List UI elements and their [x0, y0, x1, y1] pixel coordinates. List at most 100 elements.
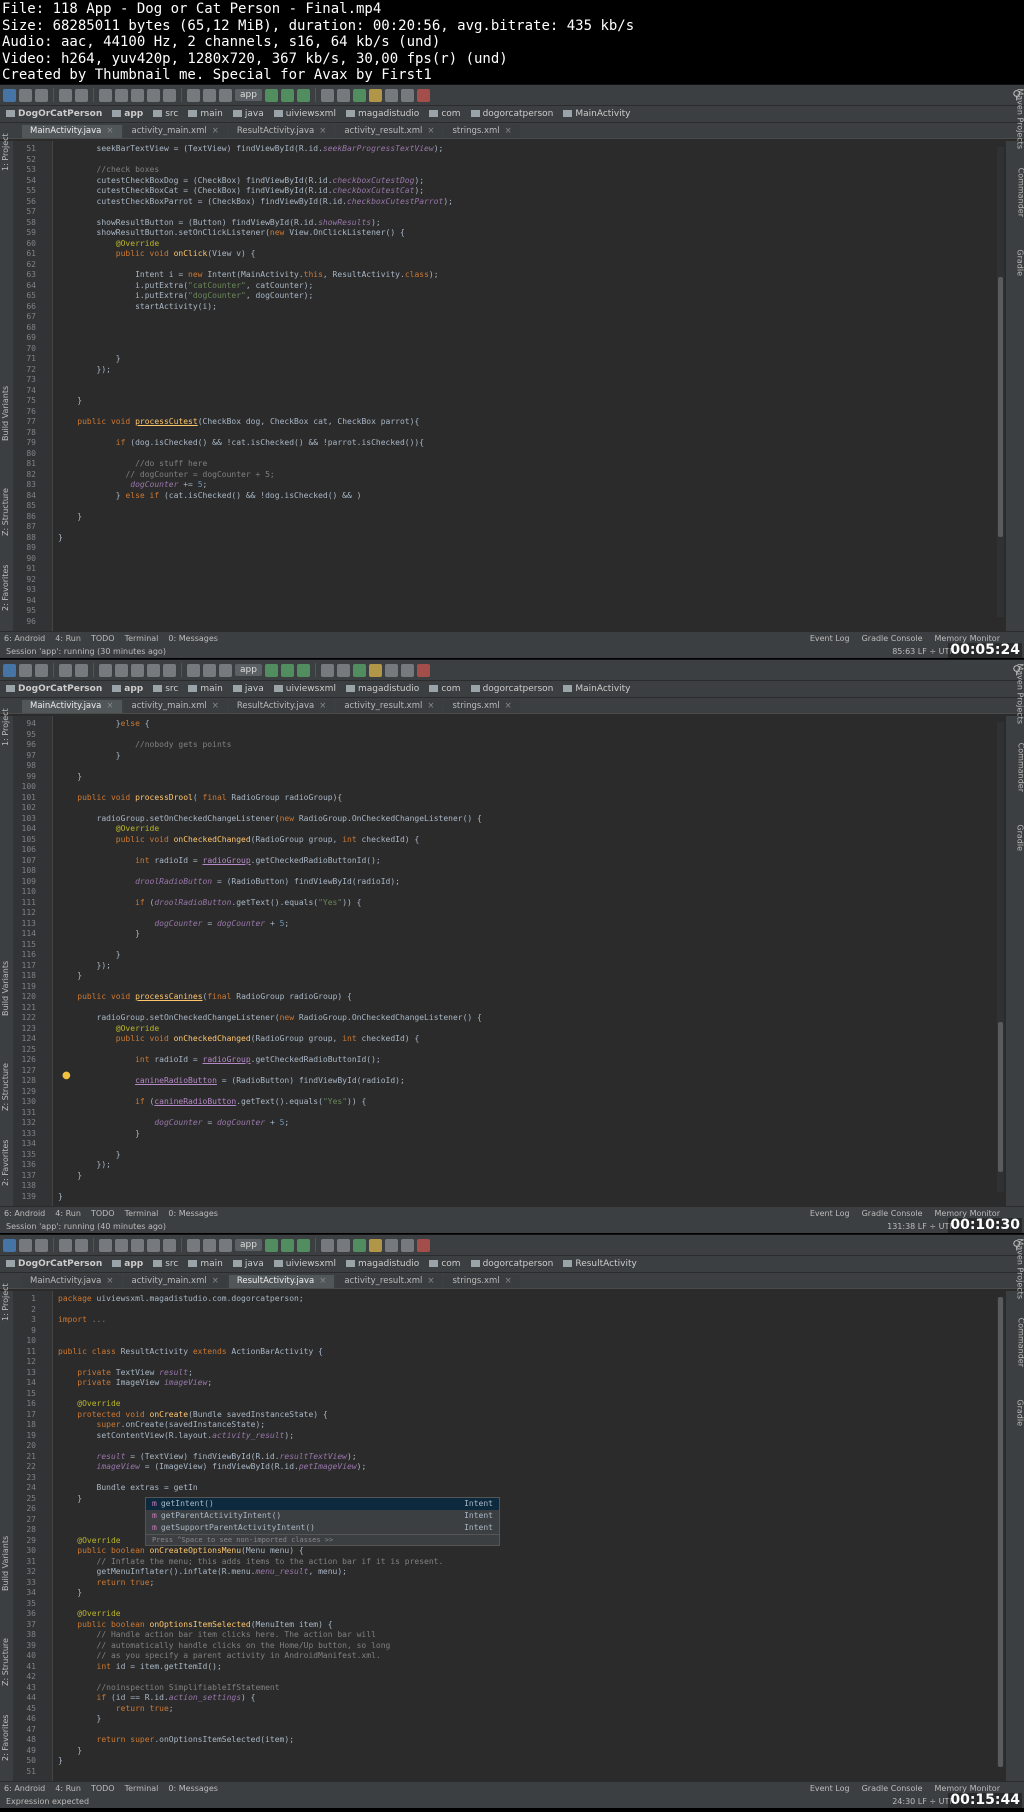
tool-gradle-console[interactable]: Gradle Console: [862, 1784, 923, 1793]
close-icon[interactable]: ×: [106, 126, 113, 136]
lightbulb-icon[interactable]: ●: [62, 1070, 71, 1081]
monitor-icon[interactable]: [384, 1238, 398, 1252]
back-icon[interactable]: [187, 88, 200, 102]
breadcrumb-item[interactable]: main: [188, 1259, 223, 1269]
tool-window-project[interactable]: 1: Project: [1, 708, 10, 746]
gradle-sync-icon[interactable]: [368, 88, 382, 102]
android-icon[interactable]: [352, 88, 366, 102]
breadcrumb-item[interactable]: java: [232, 1259, 264, 1269]
stop-icon[interactable]: [416, 663, 430, 677]
scrollbar-thumb[interactable]: [998, 1022, 1003, 1172]
save-icon[interactable]: [19, 663, 32, 677]
tab-strings-xml[interactable]: strings.xml ×: [444, 700, 520, 713]
tab-activity-result-xml[interactable]: activity_result.xml ×: [336, 125, 443, 138]
forward-icon[interactable]: [203, 88, 216, 102]
replace-icon[interactable]: [163, 88, 176, 102]
tool-terminal[interactable]: Terminal: [125, 1209, 159, 1218]
run-config-select[interactable]: app: [235, 664, 262, 676]
close-icon[interactable]: ×: [319, 701, 326, 711]
open-icon[interactable]: [3, 1238, 16, 1252]
tool-todo[interactable]: TODO: [91, 1209, 115, 1218]
breadcrumb-item[interactable]: magadistudio: [345, 109, 419, 119]
breadcrumb-item[interactable]: DogOrCatPerson: [6, 109, 102, 119]
breadcrumb-item[interactable]: main: [188, 109, 223, 119]
tool-window-gradle[interactable]: Gradle: [1016, 1399, 1024, 1426]
build-icon[interactable]: [219, 663, 232, 677]
help-icon[interactable]: [400, 88, 414, 102]
close-icon[interactable]: ×: [212, 701, 219, 711]
find-icon[interactable]: [147, 88, 160, 102]
editor-scrollbar[interactable]: [997, 1297, 1004, 1767]
forward-icon[interactable]: [203, 663, 216, 677]
editor-scrollbar[interactable]: [997, 147, 1004, 617]
tab-activity-main-xml[interactable]: activity_main.xml ×: [123, 1275, 227, 1288]
copy-icon[interactable]: [115, 663, 128, 677]
breadcrumb-item[interactable]: dogorcatperson: [470, 1259, 553, 1269]
close-icon[interactable]: ×: [319, 1276, 326, 1286]
breadcrumb-item[interactable]: magadistudio: [345, 684, 419, 694]
tool-messages[interactable]: 0: Messages: [168, 634, 218, 643]
stop-icon[interactable]: [416, 88, 430, 102]
close-icon[interactable]: ×: [427, 701, 434, 711]
tab-main-activity[interactable]: MainActivity.java ×: [22, 700, 122, 713]
tab-result-activity[interactable]: ResultActivity.java ×: [228, 1275, 335, 1288]
attach-icon[interactable]: [296, 1238, 310, 1252]
debug-icon[interactable]: [280, 88, 294, 102]
breadcrumb-item[interactable]: DogOrCatPerson: [6, 1259, 102, 1269]
close-icon[interactable]: ×: [106, 701, 113, 711]
replace-icon[interactable]: [163, 663, 176, 677]
breadcrumb-item[interactable]: com: [429, 684, 461, 694]
breadcrumb-item[interactable]: src: [153, 1259, 178, 1269]
avd-icon[interactable]: [320, 88, 334, 102]
breadcrumb-item[interactable]: java: [232, 684, 264, 694]
tool-terminal[interactable]: Terminal: [125, 1784, 159, 1793]
android-icon[interactable]: [352, 663, 366, 677]
breadcrumb-item[interactable]: magadistudio: [345, 1259, 419, 1269]
tool-window-commander[interactable]: Commander: [1016, 1318, 1024, 1367]
stop-icon[interactable]: [416, 1238, 430, 1252]
sync-icon[interactable]: [35, 663, 48, 677]
save-icon[interactable]: [19, 88, 32, 102]
forward-icon[interactable]: [203, 1238, 216, 1252]
avd-icon[interactable]: [320, 1238, 334, 1252]
tool-gradle-console[interactable]: Gradle Console: [862, 1209, 923, 1218]
breadcrumb-item[interactable]: com: [429, 109, 461, 119]
gradle-sync-icon[interactable]: [368, 663, 382, 677]
scrollbar-thumb[interactable]: [998, 277, 1003, 537]
tool-window-build-variants[interactable]: Build Variants: [1, 386, 10, 441]
back-icon[interactable]: [187, 663, 200, 677]
attach-icon[interactable]: [296, 663, 310, 677]
tool-gradle-console[interactable]: Gradle Console: [862, 634, 923, 643]
redo-icon[interactable]: [75, 663, 88, 677]
find-icon[interactable]: [147, 663, 160, 677]
tool-window-commander[interactable]: Commander: [1016, 168, 1024, 217]
tab-strings-xml[interactable]: strings.xml ×: [444, 125, 520, 138]
tool-event-log[interactable]: Event Log: [810, 1209, 850, 1218]
copy-icon[interactable]: [115, 1238, 128, 1252]
tool-window-maven[interactable]: Maven Projects: [1016, 1238, 1024, 1299]
code-editor[interactable]: seekBarTextView = (TextView) findViewByI…: [58, 144, 994, 543]
code-editor[interactable]: }else { //nobody gets points } } public …: [58, 719, 994, 1202]
run-icon[interactable]: [264, 1238, 278, 1252]
close-icon[interactable]: ×: [505, 126, 512, 136]
tool-window-gradle[interactable]: Gradle: [1016, 249, 1024, 276]
close-icon[interactable]: ×: [505, 701, 512, 711]
cursor-position[interactable]: 85:63 LF ÷ UTF: [892, 645, 954, 658]
tool-run[interactable]: 4: Run: [55, 1209, 81, 1218]
help-icon[interactable]: [400, 1238, 414, 1252]
replace-icon[interactable]: [163, 1238, 176, 1252]
tab-activity-main-xml[interactable]: activity_main.xml ×: [123, 700, 227, 713]
editor-scrollbar[interactable]: [997, 722, 1004, 1192]
tool-window-commander[interactable]: Commander: [1016, 743, 1024, 792]
close-icon[interactable]: ×: [505, 1276, 512, 1286]
android-icon[interactable]: [352, 1238, 366, 1252]
sync-icon[interactable]: [35, 1238, 48, 1252]
breadcrumb-item[interactable]: com: [429, 1259, 461, 1269]
sdk-icon[interactable]: [336, 663, 350, 677]
back-icon[interactable]: [187, 1238, 200, 1252]
tool-window-build-variants[interactable]: Build Variants: [1, 1536, 10, 1591]
tool-android[interactable]: 6: Android: [4, 634, 45, 643]
tab-strings-xml[interactable]: strings.xml ×: [444, 1275, 520, 1288]
tool-window-structure[interactable]: Z: Structure: [1, 1063, 10, 1111]
tool-window-project[interactable]: 1: Project: [1, 1283, 10, 1321]
